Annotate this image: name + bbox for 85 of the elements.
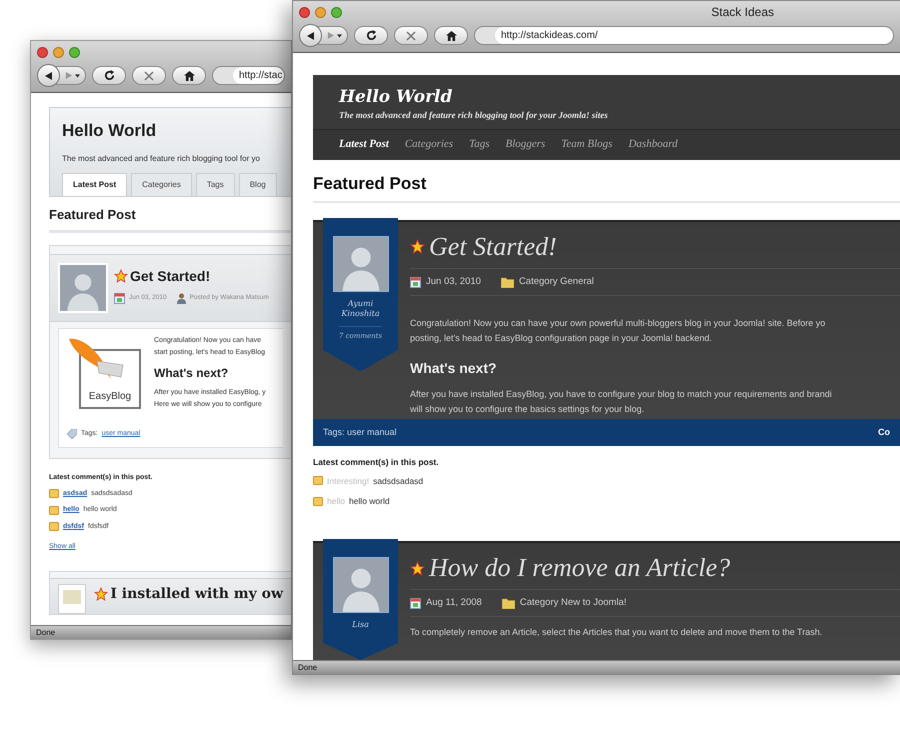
nav-tab[interactable]: Bloggers: [505, 136, 546, 153]
post-title[interactable]: Get Started!: [429, 232, 557, 262]
comment-icon: [313, 476, 323, 486]
reload-button[interactable]: [354, 26, 388, 45]
post-body: After you have installed EasyBlog, you have to configure your blog to match your requirements and brandi will show you to configure the basics settings for your blog.: [410, 388, 833, 416]
star-icon: [410, 239, 425, 254]
comment-text: hello world: [348, 495, 390, 508]
comments-title: Latest comment(s) in this post.: [313, 456, 440, 468]
post-category: Category General: [518, 274, 594, 289]
nav-tab[interactable]: Latest Post: [62, 173, 128, 196]
nav-tab[interactable]: Dashboard: [628, 136, 678, 153]
zoom-button[interactable]: [331, 6, 342, 18]
minimize-button[interactable]: [315, 6, 326, 18]
home-icon: [446, 30, 456, 40]
right-triangle-icon: [65, 72, 72, 79]
nav-tab[interactable]: Latest Post: [339, 136, 389, 153]
nav-tab[interactable]: Team Blogs: [561, 136, 612, 153]
left-triangle-icon: [44, 72, 52, 80]
post-date: Aug 11, 2008: [426, 596, 482, 610]
home-button[interactable]: [172, 66, 206, 85]
comment-text: sadsdsadasd: [373, 474, 424, 488]
folder-icon: [502, 598, 515, 609]
dropdown-icon: [75, 74, 80, 78]
blog-tagline: The most advanced and feature rich blogging tool for yo: [62, 152, 261, 164]
post-body: To completely remove an Article, select the Articles that you want to delete and move them to the Trash.: [410, 626, 824, 640]
post-title[interactable]: How do I remove an Article?: [429, 553, 730, 583]
avatar-photo: [58, 262, 108, 312]
blog-tagline: The most advanced and feature rich blogging tool for your Joomla! sites: [339, 109, 609, 122]
address-field[interactable]: http://stac: [212, 66, 285, 85]
address-field[interactable]: http://stackideas.com/: [474, 26, 894, 45]
nav-tab[interactable]: Tags: [469, 136, 490, 153]
reload-icon: [366, 30, 376, 41]
blog-title: Hello World: [339, 87, 454, 107]
calendar-icon: [410, 598, 421, 609]
reload-icon: [104, 70, 114, 81]
nav-tab[interactable]: Blog: [238, 173, 277, 196]
author-name[interactable]: Ayumi Kinoshita: [330, 298, 390, 319]
back-button[interactable]: [37, 64, 60, 87]
star-icon: [94, 587, 108, 601]
post-date: Jun 03, 2010: [426, 274, 481, 289]
calendar-icon: [410, 276, 421, 288]
home-icon: [184, 70, 194, 80]
post-title[interactable]: Get Started!: [130, 266, 210, 286]
status-text: Done: [298, 662, 318, 674]
post-tags: Tags: user manual: [323, 426, 397, 439]
post-heading: What's next?: [154, 364, 230, 380]
blog-title: Hello World: [62, 120, 158, 142]
dropdown-icon: [337, 34, 342, 38]
author-name[interactable]: Lisa: [330, 620, 390, 630]
nav-tab[interactable]: Categories: [404, 136, 454, 153]
logo-text: EasyBlog: [88, 390, 132, 404]
post-category: Category New to Joomla!: [520, 596, 626, 610]
section-title: Featured Post: [49, 206, 137, 224]
star-icon: [410, 560, 425, 576]
person-icon: [176, 292, 186, 304]
back-button[interactable]: [299, 24, 322, 47]
minimize-button[interactable]: [53, 46, 64, 58]
stop-button[interactable]: [394, 26, 428, 45]
reload-button[interactable]: [92, 66, 126, 85]
post-heading: What's next?: [410, 359, 498, 378]
stop-button[interactable]: [132, 66, 166, 85]
home-button[interactable]: [434, 26, 468, 45]
tag-icon: [67, 428, 77, 439]
forward-button[interactable]: [56, 66, 86, 85]
forward-button[interactable]: [318, 26, 348, 45]
continue-link[interactable]: Co: [878, 426, 890, 439]
avatar-photo: [332, 557, 388, 613]
window-title: Stack Ideas: [711, 4, 774, 21]
status-text: Done: [36, 626, 56, 638]
section-title: Featured Post: [313, 172, 428, 195]
nav-tab[interactable]: Tags: [196, 173, 235, 196]
close-icon: [406, 30, 416, 40]
close-icon: [144, 70, 154, 80]
close-button[interactable]: [299, 6, 310, 18]
close-button[interactable]: [37, 46, 48, 58]
avatar-photo: [332, 236, 388, 292]
folder-icon: [500, 276, 514, 288]
star-icon: [114, 269, 128, 283]
right-triangle-icon: [327, 32, 334, 39]
left-triangle-icon: [306, 32, 314, 40]
zoom-button[interactable]: [69, 46, 80, 58]
post-body: Congratulation! Now you can have your own powerful multi-bloggers blog in your Joomla! site. Before yo posting, let's head to EasyBlog configuration page in your Joomla! backend.: [410, 317, 826, 346]
nav-tab[interactable]: Categories: [131, 173, 192, 196]
comment-icon: [313, 497, 323, 506]
calendar-icon: [114, 292, 125, 304]
